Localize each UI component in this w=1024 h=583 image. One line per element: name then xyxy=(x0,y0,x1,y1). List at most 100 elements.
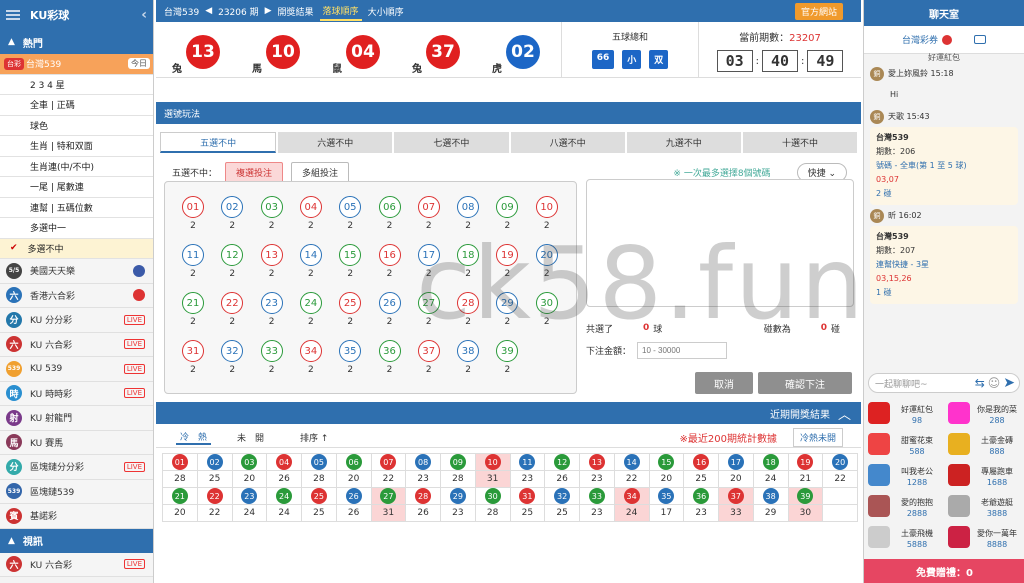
cold-hot-tab[interactable]: 冷熱未開 xyxy=(792,428,843,447)
lottery-item[interactable]: 賓基諾彩 xyxy=(0,504,153,529)
number-cell[interactable]: 01 2 xyxy=(181,196,205,231)
gift-item[interactable]: 愛你一萬年 8888 xyxy=(944,522,1024,558)
number-ball[interactable]: 19 xyxy=(496,244,519,266)
number-cell[interactable]: 16 2 xyxy=(378,244,402,279)
number-cell[interactable]: 23 2 xyxy=(260,292,284,327)
number-ball[interactable]: 12 xyxy=(221,244,244,266)
recent-results-header[interactable]: 近期開獎結果 ︿ xyxy=(156,402,861,424)
number-cell[interactable]: 05 2 xyxy=(338,196,362,231)
chat-input[interactable]: 一起聊聊吧~ ⇆ ☺ ➤ xyxy=(868,373,1020,393)
amount-input[interactable] xyxy=(637,342,728,359)
number-cell[interactable]: 12 2 xyxy=(220,244,244,279)
number-cell[interactable]: 14 2 xyxy=(299,244,323,279)
number-cell[interactable]: 26 2 xyxy=(378,292,402,327)
sub-item[interactable]: 一尾 | 尾數連 xyxy=(0,177,153,198)
sub-item[interactable]: 全車 | 正碼 xyxy=(0,95,153,116)
number-cell[interactable]: 28 2 xyxy=(456,292,480,327)
prev-period-icon[interactable]: ◀ xyxy=(205,6,212,16)
number-cell[interactable]: 25 2 xyxy=(338,292,362,327)
tab-play[interactable]: 五選不中 xyxy=(160,132,277,153)
sub-item[interactable]: 連幫 | 五碼位數 xyxy=(0,197,153,218)
lottery-item[interactable]: 539 區塊鏈539 xyxy=(0,479,153,504)
number-cell[interactable]: 27 2 xyxy=(417,292,441,327)
tab-missing[interactable]: 未 開 xyxy=(237,431,264,444)
number-cell[interactable]: 33 2 xyxy=(260,340,284,375)
number-cell[interactable]: 09 2 xyxy=(495,196,519,231)
sub-item[interactable]: 2 3 4 星 xyxy=(0,74,153,95)
number-ball[interactable]: 22 xyxy=(221,292,244,314)
number-ball[interactable]: 04 xyxy=(299,196,322,218)
number-ball[interactable]: 09 xyxy=(496,196,519,218)
lottery-item[interactable]: 分 KU 分分彩 LIVE xyxy=(0,308,153,333)
refresh-icon[interactable]: ⇆ xyxy=(975,376,985,390)
number-ball[interactable]: 24 xyxy=(299,292,322,314)
number-ball[interactable]: 31 xyxy=(182,340,204,362)
number-cell[interactable]: 15 2 xyxy=(338,244,362,279)
number-cell[interactable]: 22 2 xyxy=(220,292,244,327)
number-ball[interactable]: 38 xyxy=(457,340,480,362)
number-cell[interactable]: 36 2 xyxy=(378,340,402,375)
lottery-item[interactable]: 539 KU 539 LIVE xyxy=(0,357,153,382)
sub-item[interactable]: 球色 xyxy=(0,115,153,136)
tab-play[interactable]: 八選不中 xyxy=(510,132,625,153)
sub-item[interactable]: 多選中一 xyxy=(0,218,153,239)
lottery-name[interactable]: 台灣539 xyxy=(164,5,199,18)
lottery-item-video[interactable]: 六 KU 六合彩 LIVE xyxy=(0,552,153,577)
number-cell[interactable]: 13 2 xyxy=(260,244,284,279)
number-ball[interactable]: 18 xyxy=(457,244,480,266)
number-ball[interactable]: 36 xyxy=(378,340,401,362)
number-ball[interactable]: 06 xyxy=(378,196,401,218)
confirm-bet-button[interactable]: 確認下注 xyxy=(758,372,852,394)
emoji-icon[interactable]: ☺ xyxy=(988,376,1001,390)
number-cell[interactable]: 31 2 xyxy=(181,340,205,375)
number-cell[interactable]: 10 2 xyxy=(535,196,559,231)
number-ball[interactable]: 29 xyxy=(496,292,519,314)
number-ball[interactable]: 16 xyxy=(378,244,401,266)
section-video[interactable]: ▲ 視訊 xyxy=(0,528,153,553)
number-cell[interactable]: 24 2 xyxy=(299,292,323,327)
tab-hot-cold[interactable]: 冷 熱 xyxy=(176,430,212,445)
single-bet-button[interactable]: 複選投注 xyxy=(225,161,284,183)
number-ball[interactable]: 27 xyxy=(417,292,440,314)
number-ball[interactable]: 01 xyxy=(182,196,204,218)
number-ball[interactable]: 33 xyxy=(260,340,283,362)
lottery-item[interactable]: 5/5 美國天天樂 xyxy=(0,259,153,284)
number-cell[interactable]: 07 2 xyxy=(417,196,441,231)
number-ball[interactable]: 05 xyxy=(339,196,362,218)
number-cell[interactable]: 35 2 xyxy=(338,340,362,375)
tab-play[interactable]: 七選不中 xyxy=(394,132,509,153)
number-ball[interactable]: 25 xyxy=(339,292,362,314)
number-cell[interactable]: 17 2 xyxy=(417,244,441,279)
menu-icon[interactable] xyxy=(6,10,20,20)
number-cell[interactable]: 21 2 xyxy=(181,292,205,327)
number-cell[interactable]: 37 2 xyxy=(417,340,441,375)
tab-size-order[interactable]: 大小順序 xyxy=(368,5,404,18)
number-ball[interactable]: 17 xyxy=(417,244,440,266)
number-ball[interactable]: 20 xyxy=(535,244,558,266)
number-ball[interactable]: 14 xyxy=(299,244,322,266)
tab-play[interactable]: 六選不中 xyxy=(278,132,393,153)
number-cell[interactable]: 06 2 xyxy=(378,196,402,231)
tab-play[interactable]: 十選不中 xyxy=(742,132,858,153)
number-ball[interactable]: 35 xyxy=(339,340,362,362)
number-ball[interactable]: 21 xyxy=(182,292,204,314)
tab-drop-order[interactable]: 落球順序 xyxy=(319,2,362,21)
number-cell[interactable]: 03 2 xyxy=(260,196,284,231)
number-ball[interactable]: 32 xyxy=(221,340,244,362)
number-cell[interactable]: 04 2 xyxy=(299,196,323,231)
number-ball[interactable]: 02 xyxy=(221,196,244,218)
number-ball[interactable]: 26 xyxy=(378,292,401,314)
number-cell[interactable]: 19 2 xyxy=(495,244,519,279)
gift-item[interactable]: 土豪飛機 5888 xyxy=(864,522,944,558)
number-ball[interactable]: 28 xyxy=(457,292,480,314)
cancel-button[interactable]: 取消 xyxy=(695,372,753,394)
multi-bet-button[interactable]: 多組投注 xyxy=(291,161,350,183)
number-ball[interactable]: 11 xyxy=(182,244,204,266)
lottery-item[interactable]: 分區塊鏈分分彩 LIVE xyxy=(0,455,153,480)
sub-item[interactable]: 生肖連(中/不中) xyxy=(0,156,153,177)
number-cell[interactable]: 38 2 xyxy=(456,340,480,375)
number-ball[interactable]: 15 xyxy=(339,244,362,266)
lottery-item[interactable]: 射 KU 射龍門 xyxy=(0,406,153,431)
number-cell[interactable]: 32 2 xyxy=(220,340,244,375)
number-ball[interactable]: 03 xyxy=(260,196,283,218)
